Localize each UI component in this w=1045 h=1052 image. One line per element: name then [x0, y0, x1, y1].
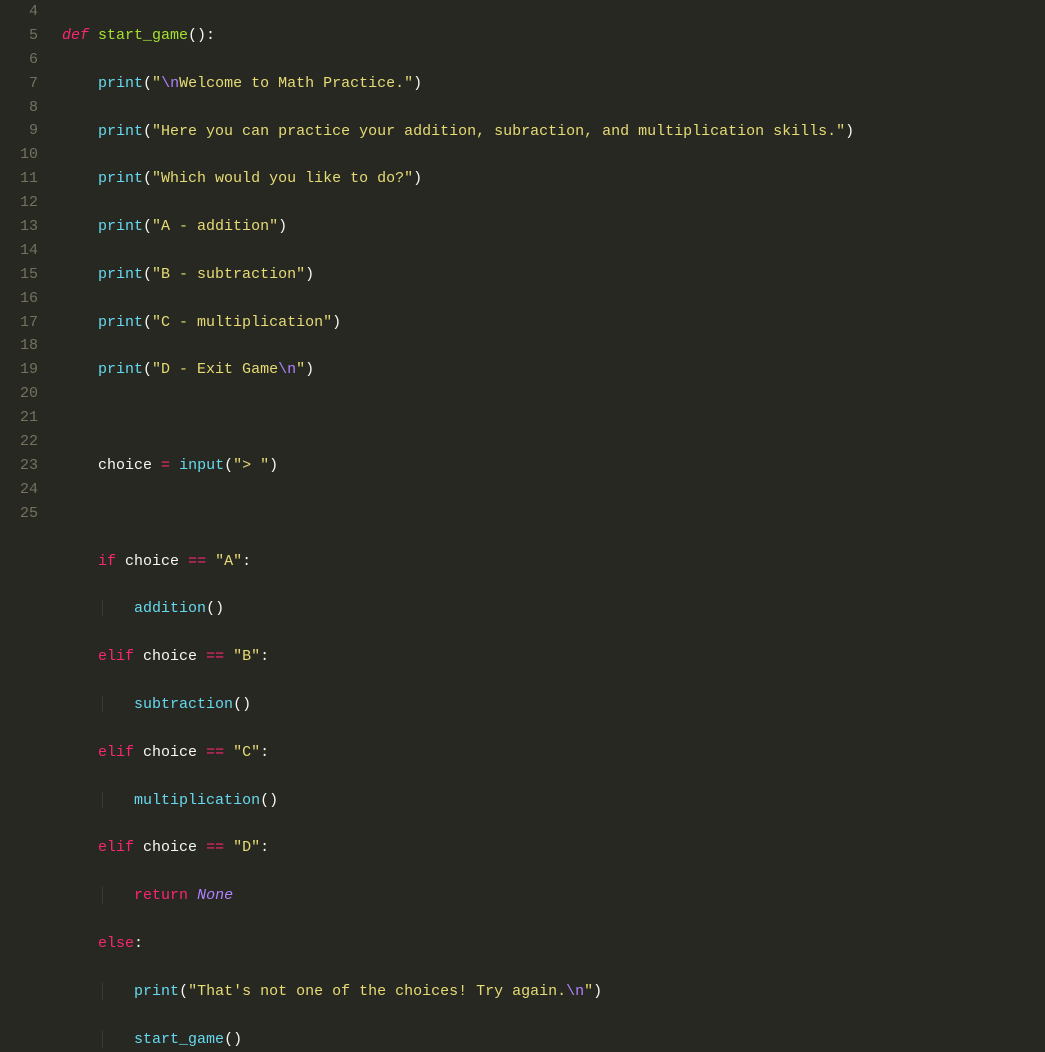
code-line[interactable]: │ return None [62, 884, 1045, 908]
line-number: 9 [0, 119, 38, 143]
line-number: 7 [0, 72, 38, 96]
code-editor[interactable]: 4 5 6 7 8 9 10 11 12 13 14 15 16 17 18 1… [0, 0, 1045, 526]
code-line[interactable]: print("Here you can practice your additi… [62, 120, 1045, 144]
line-number: 20 [0, 382, 38, 406]
line-number: 13 [0, 215, 38, 239]
line-number: 10 [0, 143, 38, 167]
code-area[interactable]: def start_game(): print("\nWelcome to Ma… [48, 0, 1045, 526]
code-line[interactable]: │ subtraction() [62, 693, 1045, 717]
line-number: 24 [0, 478, 38, 502]
line-number: 16 [0, 287, 38, 311]
code-line[interactable]: elif choice == "C": [62, 741, 1045, 765]
code-line[interactable]: print("D - Exit Game\n") [62, 358, 1045, 382]
line-number: 18 [0, 334, 38, 358]
code-line[interactable]: print("\nWelcome to Math Practice.") [62, 72, 1045, 96]
line-number: 21 [0, 406, 38, 430]
line-number: 6 [0, 48, 38, 72]
code-line[interactable]: print("B - subtraction") [62, 263, 1045, 287]
code-line[interactable]: def start_game(): [62, 24, 1045, 48]
code-line[interactable] [62, 406, 1045, 430]
line-number: 23 [0, 454, 38, 478]
code-line[interactable]: print("Which would you like to do?") [62, 167, 1045, 191]
line-number: 15 [0, 263, 38, 287]
code-line[interactable] [62, 502, 1045, 526]
line-number-gutter: 4 5 6 7 8 9 10 11 12 13 14 15 16 17 18 1… [0, 0, 48, 526]
code-line[interactable]: │ multiplication() [62, 789, 1045, 813]
code-line[interactable]: else: [62, 932, 1045, 956]
line-number: 19 [0, 358, 38, 382]
line-number: 5 [0, 24, 38, 48]
line-number: 4 [0, 0, 38, 24]
code-line[interactable]: choice = input("> ") [62, 454, 1045, 478]
code-line[interactable]: elif choice == "D": [62, 836, 1045, 860]
code-line[interactable]: │ addition() [62, 597, 1045, 621]
line-number: 14 [0, 239, 38, 263]
line-number: 12 [0, 191, 38, 215]
code-line[interactable]: print("A - addition") [62, 215, 1045, 239]
code-line[interactable]: │ print("That's not one of the choices! … [62, 980, 1045, 1004]
line-number: 25 [0, 502, 38, 526]
code-line[interactable]: elif choice == "B": [62, 645, 1045, 669]
code-line[interactable]: print("C - multiplication") [62, 311, 1045, 335]
code-line[interactable]: if choice == "A": [62, 550, 1045, 574]
line-number: 17 [0, 311, 38, 335]
line-number: 8 [0, 96, 38, 120]
line-number: 11 [0, 167, 38, 191]
line-number: 22 [0, 430, 38, 454]
code-line[interactable]: │ start_game() [62, 1028, 1045, 1052]
